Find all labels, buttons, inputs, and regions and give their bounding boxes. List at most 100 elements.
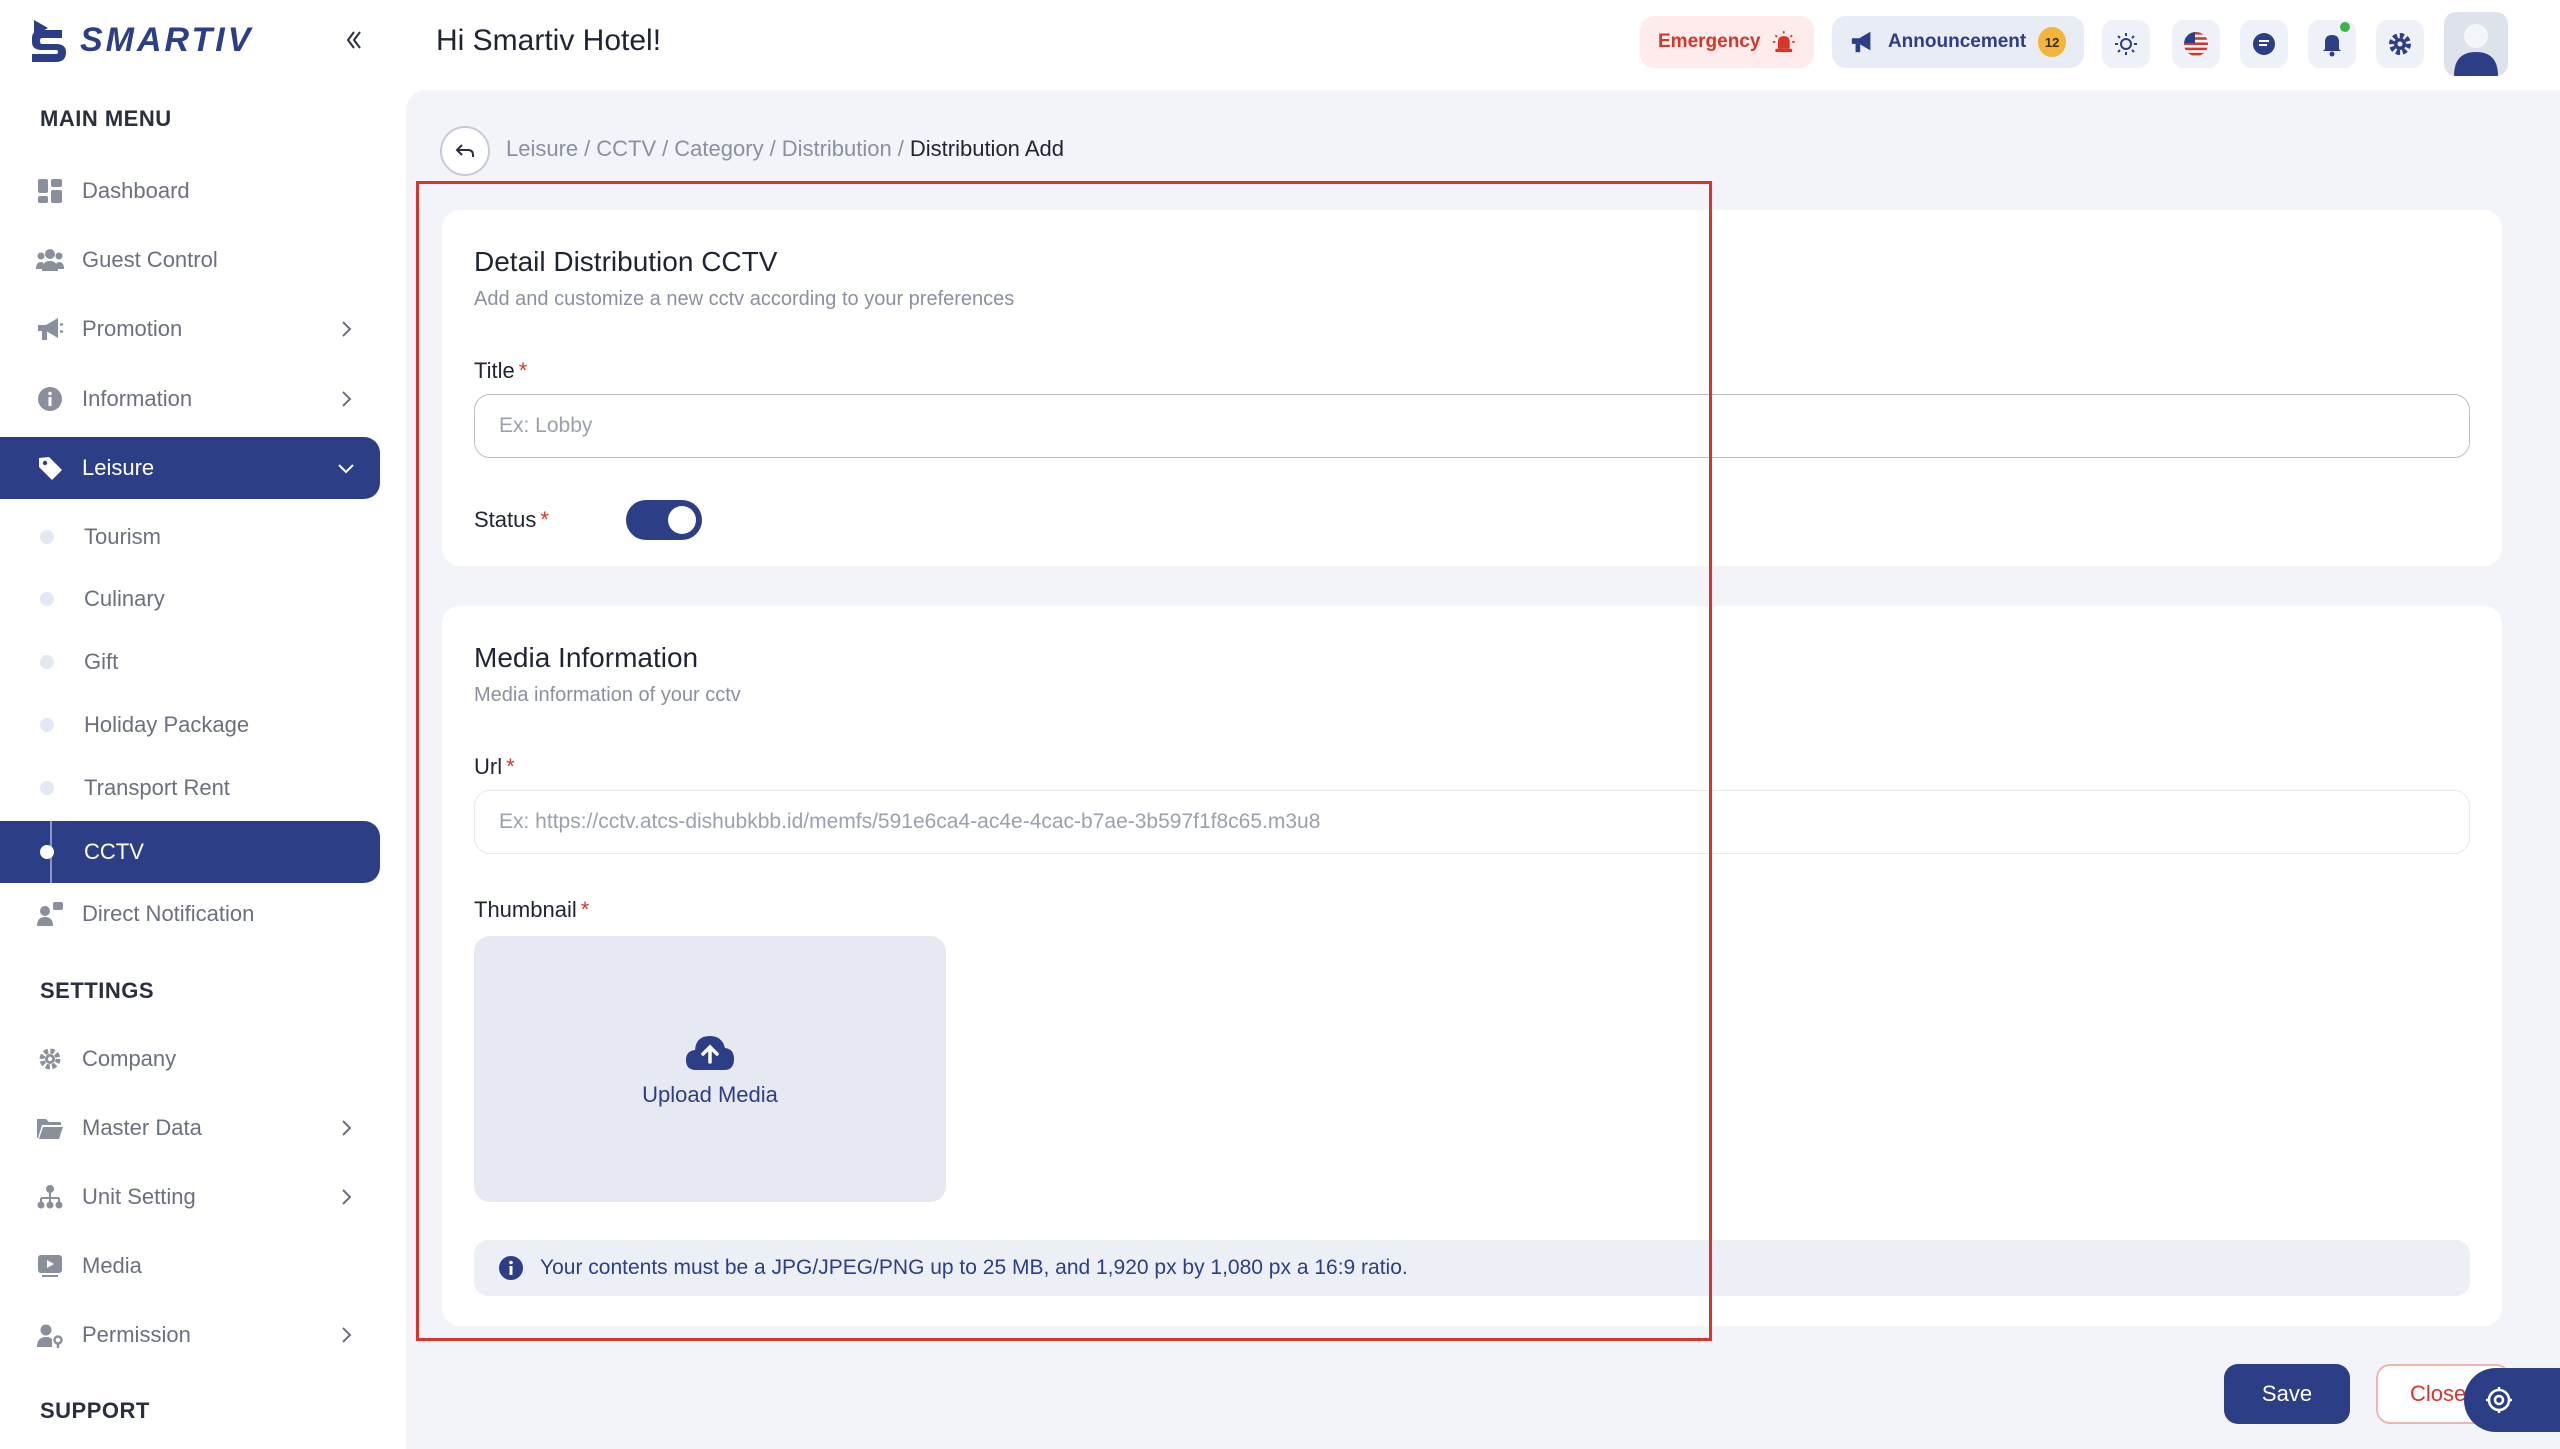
bullet-dot-icon <box>40 530 54 544</box>
sidebar-item-label: Company <box>82 1046 177 1071</box>
breadcrumb-leisure[interactable]: Leisure <box>506 136 578 162</box>
sidebar-item-unit-setting[interactable]: Unit Setting <box>0 1166 380 1228</box>
thumbnail-field-label: Thumbnail * <box>474 897 589 923</box>
smartiv-logo-icon <box>32 20 66 62</box>
sidebar-item-permission[interactable]: Permission <box>0 1304 380 1366</box>
floating-settings-button[interactable] <box>2464 1368 2560 1432</box>
folder-icon <box>36 1114 64 1142</box>
thumbnail-label-text: Thumbnail <box>474 897 577 922</box>
user-silhouette-icon <box>2444 12 2508 76</box>
sidebar-item-label: Leisure <box>82 455 155 480</box>
bullet-dot-icon <box>40 592 54 606</box>
collapse-sidebar-button[interactable] <box>336 22 372 58</box>
double-chevron-left-icon <box>346 31 361 49</box>
media-card-title: Media Information <box>474 642 699 673</box>
breadcrumb-distribution[interactable]: Distribution <box>782 136 892 162</box>
sidebar-subitem-holiday-package[interactable]: Holiday Package <box>0 694 380 756</box>
users-icon <box>36 246 64 274</box>
gear-icon <box>36 1045 64 1073</box>
breadcrumb-cctv[interactable]: CCTV <box>596 136 656 162</box>
url-input[interactable] <box>474 790 2470 854</box>
save-button[interactable]: Save <box>2224 1364 2350 1424</box>
gear-icon <box>2389 33 2411 55</box>
emergency-button[interactable]: Emergency <box>1640 16 1814 68</box>
hierarchy-icon <box>36 1183 64 1211</box>
sidebar-item-label: Guest Control <box>82 247 218 272</box>
sidebar: SMARTIV MAIN MENU Dashboard Guest Contro… <box>0 0 400 1449</box>
sidebar-subitem-label: Gift <box>84 649 119 674</box>
sidebar-subitem-cctv[interactable]: CCTV <box>0 821 380 883</box>
notifications-button[interactable] <box>2308 20 2356 68</box>
sidebar-item-label: Promotion <box>82 316 183 341</box>
siren-icon <box>1773 31 1796 53</box>
support-heading: SUPPORT <box>40 1398 150 1423</box>
breadcrumb-separator: / <box>769 136 776 161</box>
settings-button[interactable] <box>2376 20 2424 68</box>
sidebar-item-promotion[interactable]: Promotion <box>0 298 380 360</box>
sidebar-subitem-label: CCTV <box>84 839 144 864</box>
bullet-dot-icon <box>40 718 54 732</box>
bullet-dot-icon <box>40 845 54 859</box>
sidebar-item-dashboard[interactable]: Dashboard <box>0 160 380 222</box>
toggle-knob <box>668 506 696 534</box>
media-play-icon <box>36 1252 64 1280</box>
back-button[interactable] <box>440 126 490 176</box>
sidebar-item-master-data[interactable]: Master Data <box>0 1097 380 1159</box>
emergency-label: Emergency <box>1658 31 1761 52</box>
sidebar-subitem-transport-rent[interactable]: Transport Rent <box>0 757 380 819</box>
breadcrumb-separator: / <box>662 136 669 161</box>
cloud-upload-icon <box>686 1036 734 1070</box>
settings-heading: SETTINGS <box>40 978 155 1003</box>
us-flag-icon <box>2184 32 2208 56</box>
url-field-label: Url * <box>474 754 515 780</box>
upload-requirements-text: Your contents must be a JPG/JPEG/PNG up … <box>540 1256 1408 1279</box>
sidebar-item-label: Media <box>82 1253 142 1278</box>
tag-icon <box>36 454 64 482</box>
upload-media-label: Upload Media <box>642 1082 778 1107</box>
notification-user-icon <box>36 900 64 928</box>
sidebar-item-media[interactable]: Media <box>0 1235 380 1297</box>
brand-name: SMARTIV <box>80 20 254 59</box>
language-button[interactable] <box>2172 20 2220 68</box>
user-avatar[interactable] <box>2444 12 2508 76</box>
sidebar-subitem-tourism[interactable]: Tourism <box>0 506 380 568</box>
sidebar-subitem-culinary[interactable]: Culinary <box>0 568 380 630</box>
detail-card-subtitle: Add and customize a new cctv according t… <box>474 288 1015 310</box>
sidebar-subitem-gift[interactable]: Gift <box>0 631 380 693</box>
page-greeting: Hi Smartiv Hotel! <box>436 24 662 57</box>
bell-icon <box>2323 35 2341 57</box>
breadcrumb-category[interactable]: Category <box>674 136 763 162</box>
breadcrumb-current: Distribution Add <box>909 136 1064 161</box>
required-mark: * <box>580 897 590 922</box>
url-label-text: Url <box>474 754 503 779</box>
announcement-count-badge: 12 <box>2038 27 2066 57</box>
detail-card-title: Detail Distribution CCTV <box>474 246 778 277</box>
sidebar-item-label: Unit Setting <box>82 1184 196 1209</box>
brand-logo[interactable]: SMARTIV <box>28 16 253 64</box>
title-input[interactable] <box>474 394 2470 458</box>
media-card-subtitle: Media information of your cctv <box>474 684 741 706</box>
info-icon <box>36 385 64 413</box>
user-key-icon <box>36 1321 64 1349</box>
status-toggle[interactable] <box>626 500 702 540</box>
sidebar-item-label: Direct Notification <box>82 901 255 926</box>
sidebar-item-guest-control[interactable]: Guest Control <box>0 229 380 291</box>
gear-icon <box>2486 1387 2512 1413</box>
chevron-down-icon <box>338 464 354 474</box>
thumbnail-upload-dropzone[interactable]: Upload Media <box>474 936 946 1202</box>
sidebar-subitem-label: Holiday Package <box>84 712 250 737</box>
sidebar-item-label: Master Data <box>82 1115 202 1140</box>
chevron-right-icon <box>342 1327 352 1343</box>
info-icon <box>499 1256 523 1280</box>
theme-toggle-button[interactable] <box>2102 20 2150 68</box>
messages-button[interactable] <box>2240 20 2288 68</box>
sidebar-item-leisure[interactable]: Leisure <box>0 437 380 499</box>
bullet-dot-icon <box>40 781 54 795</box>
sidebar-item-direct-notification[interactable]: Direct Notification <box>0 883 380 945</box>
sidebar-item-information[interactable]: Information <box>0 368 380 430</box>
breadcrumb-separator: / <box>584 136 591 161</box>
announcement-button[interactable]: Announcement 12 <box>1832 16 2084 68</box>
sidebar-item-company[interactable]: Company <box>0 1028 380 1090</box>
required-mark: * <box>506 754 515 779</box>
sidebar-subitem-label: Transport Rent <box>84 775 230 800</box>
